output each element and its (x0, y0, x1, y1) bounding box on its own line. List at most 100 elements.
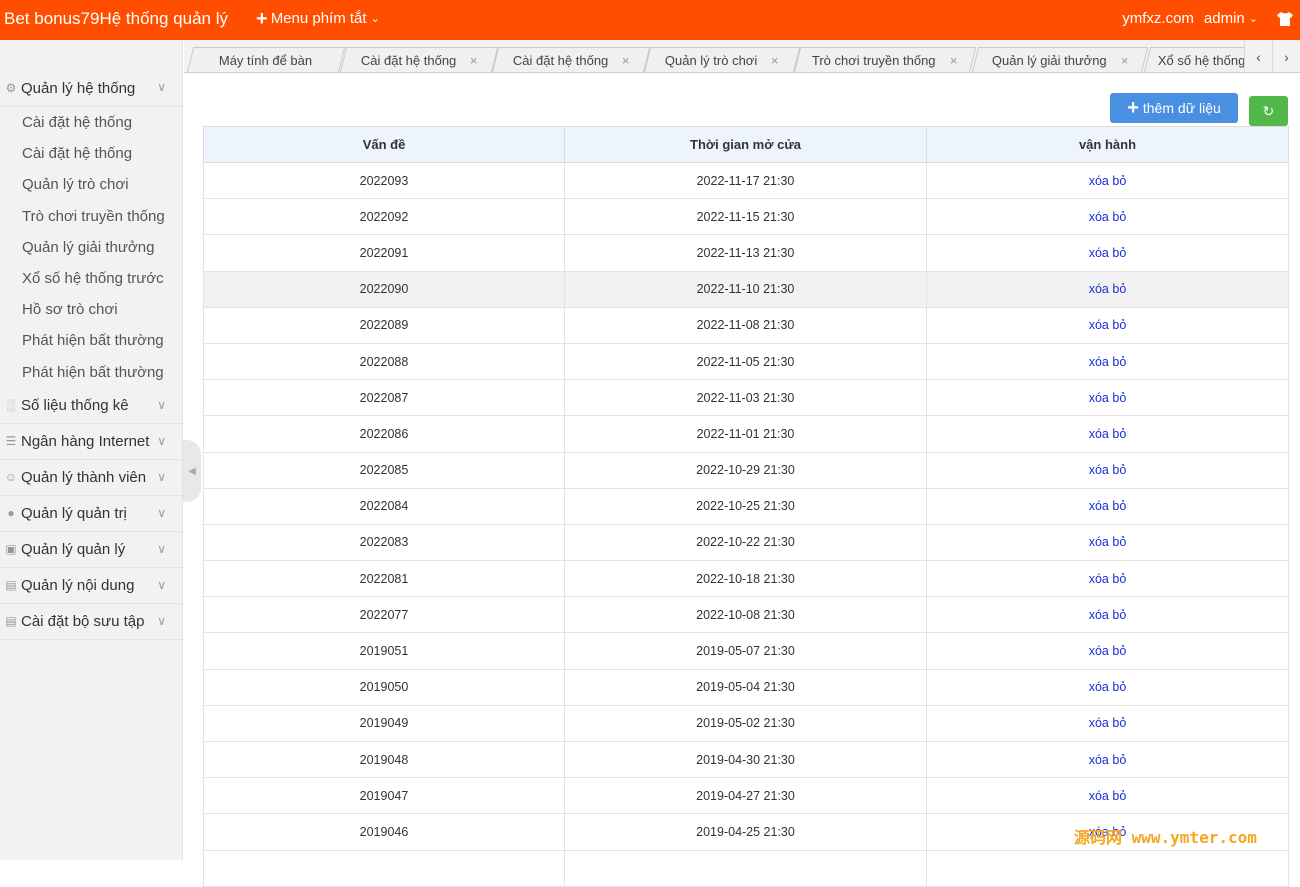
tab-next-icon[interactable]: › (1272, 40, 1300, 72)
sidebar-item[interactable]: Trò chơi truyền thống (0, 201, 182, 232)
sidebar-item[interactable]: Quản lý trò chơi (0, 169, 182, 200)
tab-bar: Xổ số hệ thống Quản lý giải thưởng × Trò ch… (184, 40, 1300, 73)
table-row: 2019049 2019-05-02 21:30 xóa bỏ (203, 704, 1289, 743)
sidebar-group-2[interactable]: ☰ Ngân hàng Internet ∨ (0, 424, 182, 460)
table-row: 2022093 2022-11-17 21:30 xóa bỏ (203, 161, 1289, 200)
delete-link[interactable]: xóa bỏ (1089, 499, 1127, 513)
tab-3[interactable]: Quản lý trò chơi × (643, 47, 801, 72)
top-header: Bet bonus79Hệ thống quản lý + Menu phím … (0, 0, 1300, 40)
cell-operation: xóa bỏ (926, 306, 1289, 344)
tab-nav: ‹ › (1244, 40, 1300, 72)
document-icon: ▤ (5, 578, 17, 593)
delete-link[interactable]: xóa bỏ (1089, 427, 1127, 441)
sidebar-group-label: Quản lý hệ thống (21, 79, 136, 97)
sidebar-item[interactable]: Quản lý giải thưởng (0, 232, 182, 263)
tab-5[interactable]: Quản lý giải thưởng × (971, 47, 1149, 72)
delete-link[interactable]: xóa bỏ (1089, 355, 1127, 369)
refresh-button[interactable]: ↻ (1249, 96, 1288, 126)
tab-0[interactable]: Máy tính để bàn (186, 47, 346, 72)
sidebar-item[interactable]: Cài đặt hệ thống (0, 107, 182, 138)
gift-icon: ▣ (5, 542, 17, 557)
cell-issue: 2022089 (203, 306, 565, 344)
chevron-down-icon: ∨ (157, 505, 166, 520)
sidebar-group-3[interactable]: ☺ Quản lý thành viên ∨ (0, 460, 182, 496)
delete-link[interactable]: xóa bỏ (1089, 174, 1127, 188)
delete-link[interactable]: xóa bỏ (1089, 789, 1127, 803)
sidebar-group-1[interactable]: ░ Số liệu thống kê ∨ (0, 388, 182, 424)
sidebar-item[interactable]: Phát hiện bất thường (0, 325, 182, 356)
cell-operation: xóa bỏ (926, 632, 1289, 670)
close-icon[interactable]: × (470, 53, 478, 68)
cell-open-time: 2022-11-10 21:30 (564, 270, 927, 308)
cell-open-time: 2022-10-22 21:30 (564, 523, 927, 562)
cell-operation: xóa bỏ (926, 704, 1289, 743)
add-data-button[interactable]: + thêm dữ liệu (1110, 93, 1238, 123)
sidebar-item[interactable]: Phát hiện bất thường (0, 357, 182, 388)
domain-link[interactable]: ymfxz.com (1122, 10, 1194, 27)
sidebar-item[interactable]: Xổ số hệ thống trước (0, 263, 182, 294)
cell-operation: xóa bỏ (926, 740, 1289, 779)
cell-operation (926, 849, 1289, 887)
tab-4[interactable]: Trò chơi truyền thống × (793, 47, 977, 72)
delete-link[interactable]: xóa bỏ (1089, 608, 1127, 622)
cell-open-time: 2022-11-03 21:30 (564, 379, 927, 417)
cell-issue: 2022086 (203, 415, 565, 453)
delete-link[interactable]: xóa bỏ (1089, 210, 1127, 224)
table-row: 2019050 2019-05-04 21:30 xóa bỏ (203, 668, 1289, 706)
column-header-open-time[interactable]: Thời gian mở cửa (564, 126, 927, 163)
close-icon[interactable]: × (771, 53, 779, 68)
tab-2[interactable]: Cài đặt hệ thống × (491, 47, 651, 72)
cell-open-time: 2019-04-25 21:30 (564, 813, 927, 851)
cell-open-time: 2019-05-07 21:30 (564, 632, 927, 670)
delete-link[interactable]: xóa bỏ (1089, 680, 1127, 694)
delete-link[interactable]: xóa bỏ (1089, 716, 1127, 730)
theme-shirt-icon[interactable] (1276, 11, 1294, 27)
cell-operation: xóa bỏ (926, 234, 1289, 272)
cell-issue: 2022092 (203, 198, 565, 236)
close-icon[interactable]: × (950, 53, 958, 68)
column-header-issue[interactable]: Vấn đề (203, 126, 565, 163)
close-icon[interactable]: × (1120, 53, 1128, 68)
sidebar-group-0[interactable]: ⚙ Quản lý hệ thống ∨ (0, 70, 182, 107)
sidebar-item[interactable]: Hồ sơ trò chơi (0, 294, 182, 325)
cell-issue: 2022083 (203, 523, 565, 562)
sidebar-collapse-handle[interactable]: ◀ (183, 440, 201, 502)
sidebar-group-5[interactable]: ▣ Quản lý quản lý ∨ (0, 532, 182, 568)
chevron-down-icon: ∨ (157, 80, 166, 94)
sidebar-group-7[interactable]: ▤ Cài đặt bộ sưu tập ∨ (0, 604, 182, 640)
tab-label: Trò chơi truyền thống (812, 53, 936, 68)
delete-link[interactable]: xóa bỏ (1089, 318, 1127, 332)
tab-6[interactable]: Xổ số hệ thống (1143, 47, 1261, 72)
sidebar-group-4[interactable]: ● Quản lý quản trị ∨ (0, 496, 182, 532)
cell-open-time: 2022-11-13 21:30 (564, 234, 927, 272)
sidebar: ⚙ Quản lý hệ thống ∨ Cài đặt hệ thống Cài đặ… (0, 40, 183, 860)
cell-issue: 2019049 (203, 704, 565, 743)
cell-operation: xóa bỏ (926, 596, 1289, 634)
delete-link[interactable]: xóa bỏ (1089, 246, 1127, 260)
cell-operation: xóa bỏ (926, 451, 1289, 489)
cell-open-time: 2022-11-17 21:30 (564, 161, 927, 200)
tab-prev-icon[interactable]: ‹ (1244, 40, 1272, 72)
user-menu[interactable]: admin ⌄ (1204, 10, 1258, 27)
delete-link[interactable]: xóa bỏ (1089, 753, 1127, 767)
cell-operation: xóa bỏ (926, 161, 1289, 200)
tab-1[interactable]: Cài đặt hệ thống × (339, 47, 499, 72)
delete-link[interactable]: xóa bỏ (1089, 463, 1127, 477)
delete-link[interactable]: xóa bỏ (1089, 282, 1127, 296)
sidebar-group-6[interactable]: ▤ Quản lý nội dung ∨ (0, 568, 182, 604)
tab-label: Cài đặt hệ thống (512, 53, 608, 68)
table-row: 2022086 2022-11-01 21:30 xóa bỏ (203, 415, 1289, 453)
table-row: 2022090 2022-11-10 21:30 xóa bỏ (203, 270, 1289, 308)
plus-icon: + (256, 7, 268, 30)
delete-link[interactable]: xóa bỏ (1089, 391, 1127, 405)
cell-open-time: 2019-05-04 21:30 (564, 668, 927, 706)
delete-link[interactable]: xóa bỏ (1089, 572, 1127, 586)
shortcut-menu-button[interactable]: + Menu phím tắt ⌄ (256, 7, 380, 30)
user-outline-icon: ☺ (4, 470, 18, 485)
close-icon[interactable]: × (622, 53, 630, 68)
delete-link[interactable]: xóa bỏ (1089, 644, 1127, 658)
sidebar-item[interactable]: Cài đặt hệ thống (0, 138, 182, 169)
delete-link[interactable]: xóa bỏ (1089, 535, 1127, 549)
cell-open-time: 2022-11-05 21:30 (564, 342, 927, 381)
document-icon: ▤ (5, 614, 17, 629)
